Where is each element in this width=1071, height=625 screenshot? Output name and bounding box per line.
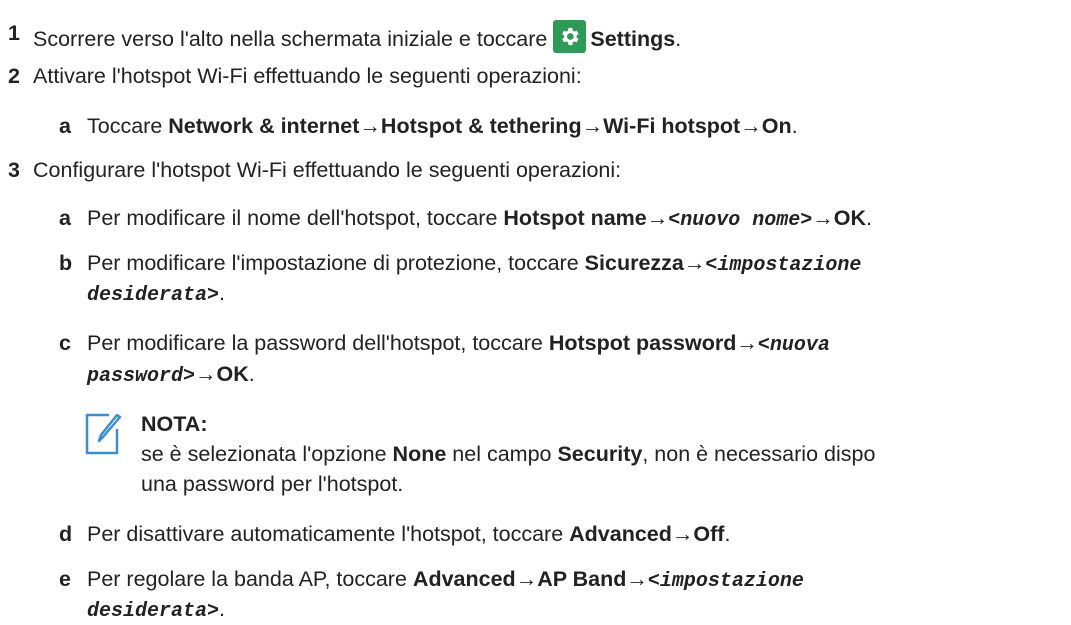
note-title: NOTA: — [141, 412, 208, 436]
document-page: 1 Scorrere verso l'alto nella schermata … — [8, 20, 876, 623]
gear-icon — [553, 20, 587, 53]
step-number: 1 — [8, 21, 20, 45]
step-text: Configurare l'hotspot Wi-Fi effettuando … — [33, 158, 622, 182]
substep-letter: a — [59, 114, 71, 138]
substep-letter: b — [59, 251, 73, 275]
step-text: Scorrere verso l'alto nella schermata in… — [33, 27, 548, 51]
substep-letter: c — [59, 331, 71, 355]
settings-label: Settings — [590, 27, 676, 51]
substep-letter: d — [59, 522, 73, 546]
step-text: Attivare l'hotspot Wi-Fi effettuando le … — [33, 64, 582, 88]
note-pencil-icon — [85, 413, 122, 455]
step-number: 2 — [8, 64, 20, 88]
gear-glyph — [562, 27, 579, 46]
step-number: 3 — [8, 158, 20, 182]
substep-letter: a — [59, 206, 71, 230]
substep-letter: e — [59, 567, 71, 591]
